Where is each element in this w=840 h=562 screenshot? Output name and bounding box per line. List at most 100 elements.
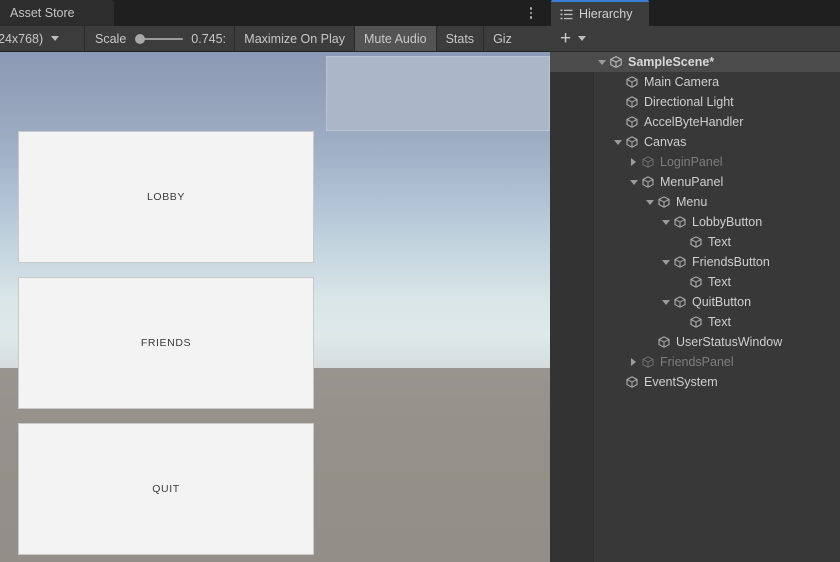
hierarchy-row-label: Text — [708, 235, 731, 249]
expand-arrow-open-icon[interactable] — [659, 212, 672, 232]
expand-arrow-open-icon[interactable] — [643, 192, 656, 212]
expand-arrow-spacer — [643, 332, 656, 352]
hierarchy-row[interactable]: Text — [550, 272, 840, 292]
hierarchy-row[interactable]: QuitButton — [550, 292, 840, 312]
scale-control[interactable]: Scale 0.745: — [85, 26, 234, 51]
hierarchy-row[interactable]: AccelByteHandler — [550, 112, 840, 132]
expand-arrow-closed-icon[interactable] — [627, 152, 640, 172]
scene-icon — [608, 54, 624, 70]
expand-arrow-spacer — [675, 312, 688, 332]
expand-arrow-spacer — [675, 232, 688, 252]
scale-label: Scale — [95, 31, 127, 46]
expand-arrow-spacer — [611, 92, 624, 112]
friends-button-label: FRIENDS — [140, 337, 192, 349]
hierarchy-row-label: SampleScene* — [628, 55, 715, 69]
plus-icon: + — [560, 27, 572, 49]
maximize-on-play-button[interactable]: Maximize On Play — [235, 26, 355, 51]
resolution-dropdown[interactable]: 24x768) — [0, 26, 84, 51]
hierarchy-row[interactable]: LoginPanel — [550, 152, 840, 172]
expand-arrow-open-icon[interactable] — [659, 292, 672, 312]
scale-slider[interactable] — [135, 32, 184, 46]
friends-button[interactable]: FRIENDS — [18, 277, 314, 409]
hierarchy-row[interactable]: FriendsPanel — [550, 352, 840, 372]
gameobject-icon — [672, 254, 688, 270]
hierarchy-row[interactable]: MenuPanel — [550, 172, 840, 192]
ugui-canvas-overlay: LOBBY FRIENDS QUIT — [0, 52, 550, 562]
unity-editor-window: Asset Store 24x768) Scale 0.745: Maximiz… — [0, 0, 840, 562]
quit-button[interactable]: QUIT — [18, 423, 314, 555]
user-status-window-panel — [326, 56, 550, 131]
hierarchy-row-label: Menu — [676, 195, 708, 209]
gameobject-icon — [688, 274, 704, 290]
kebab-dot — [529, 11, 533, 15]
gameobject-icon — [672, 214, 688, 230]
expand-arrow-open-icon[interactable] — [611, 132, 624, 152]
hierarchy-row[interactable]: Text — [550, 312, 840, 332]
chevron-down-icon — [578, 36, 587, 41]
hierarchy-row[interactable]: FriendsButton — [550, 252, 840, 272]
hierarchy-row[interactable]: Text — [550, 232, 840, 252]
gameobject-icon — [672, 294, 688, 310]
tab-asset-store[interactable]: Asset Store — [0, 0, 114, 26]
tab-hierarchy-label: Hierarchy — [579, 7, 633, 21]
scale-slider-knob[interactable] — [135, 33, 146, 44]
hierarchy-row-label: Directional Light — [644, 95, 734, 109]
hierarchy-row-label: LobbyButton — [692, 215, 763, 229]
hierarchy-row[interactable]: Menu — [550, 192, 840, 212]
expand-arrow-spacer — [611, 72, 624, 92]
mute-audio-button[interactable]: Mute Audio — [355, 26, 436, 51]
resolution-label: 24x768) — [0, 31, 44, 46]
kebab-dot — [529, 16, 533, 19]
hierarchy-row[interactable]: Main Camera — [550, 72, 840, 92]
gizmos-label: Giz — [493, 31, 512, 46]
expand-arrow-open-icon[interactable] — [627, 172, 640, 192]
quit-button-label: QUIT — [152, 483, 180, 495]
hierarchy-tree[interactable]: SampleScene* Main Camera Directional Light… — [550, 52, 840, 562]
gameobject-icon — [656, 194, 672, 210]
hierarchy-row[interactable]: UserStatusWindow — [550, 332, 840, 352]
hierarchy-row-label: FriendsPanel — [660, 355, 734, 369]
expand-arrow-open-icon[interactable] — [595, 52, 608, 72]
expand-arrow-spacer — [675, 272, 688, 292]
game-panel-tabbar: Asset Store — [0, 0, 550, 26]
hierarchy-row[interactable]: EventSystem — [550, 372, 840, 392]
hierarchy-row[interactable]: Directional Light — [550, 92, 840, 112]
gizmos-button[interactable]: Giz — [484, 26, 521, 51]
add-gameobject-button[interactable]: + — [560, 27, 587, 49]
lobby-button[interactable]: LOBBY — [18, 131, 314, 263]
hierarchy-toolbar: + — [550, 26, 840, 52]
gameobject-icon — [656, 334, 672, 350]
gameobject-icon — [624, 374, 640, 390]
hierarchy-row-label: Main Camera — [644, 75, 720, 89]
hierarchy-row[interactable]: LobbyButton — [550, 212, 840, 232]
gameobject-icon — [624, 114, 640, 130]
gameobject-icon — [624, 74, 640, 90]
lobby-button-label: LOBBY — [146, 191, 186, 203]
gameobject-icon — [688, 234, 704, 250]
gameobject-icon — [640, 354, 656, 370]
stats-label: Stats — [445, 31, 475, 46]
hierarchy-row-label: Text — [708, 275, 731, 289]
scale-slider-track — [139, 37, 184, 40]
hierarchy-row-label: Canvas — [644, 135, 687, 149]
maximize-on-play-label: Maximize On Play — [244, 31, 346, 46]
gameobject-icon — [624, 134, 640, 150]
stats-button[interactable]: Stats — [436, 26, 484, 51]
hierarchy-row[interactable]: Canvas — [550, 132, 840, 152]
hierarchy-row-label: AccelByteHandler — [644, 115, 744, 129]
expand-arrow-open-icon[interactable] — [659, 252, 672, 272]
gameobject-icon — [640, 154, 656, 170]
hierarchy-rows: SampleScene* Main Camera Directional Light… — [550, 52, 840, 392]
game-view-panel: Asset Store 24x768) Scale 0.745: Maximiz… — [0, 0, 550, 562]
tab-hierarchy[interactable]: Hierarchy — [551, 0, 649, 26]
expand-arrow-closed-icon[interactable] — [627, 352, 640, 372]
hierarchy-row-label: MenuPanel — [660, 175, 724, 189]
hierarchy-panel: Hierarchy + SampleScene* Main Camera Direc… — [550, 0, 840, 562]
hierarchy-icon — [560, 8, 573, 21]
tab-asset-store-label: Asset Store — [10, 6, 75, 20]
game-view-toolbar: 24x768) Scale 0.745: Maximize On Play Mu… — [0, 26, 550, 52]
hierarchy-row[interactable]: SampleScene* — [550, 52, 840, 72]
hierarchy-row-label: FriendsButton — [692, 255, 770, 269]
kebab-menu-icon[interactable] — [522, 4, 540, 22]
hierarchy-row-label: LoginPanel — [660, 155, 723, 169]
